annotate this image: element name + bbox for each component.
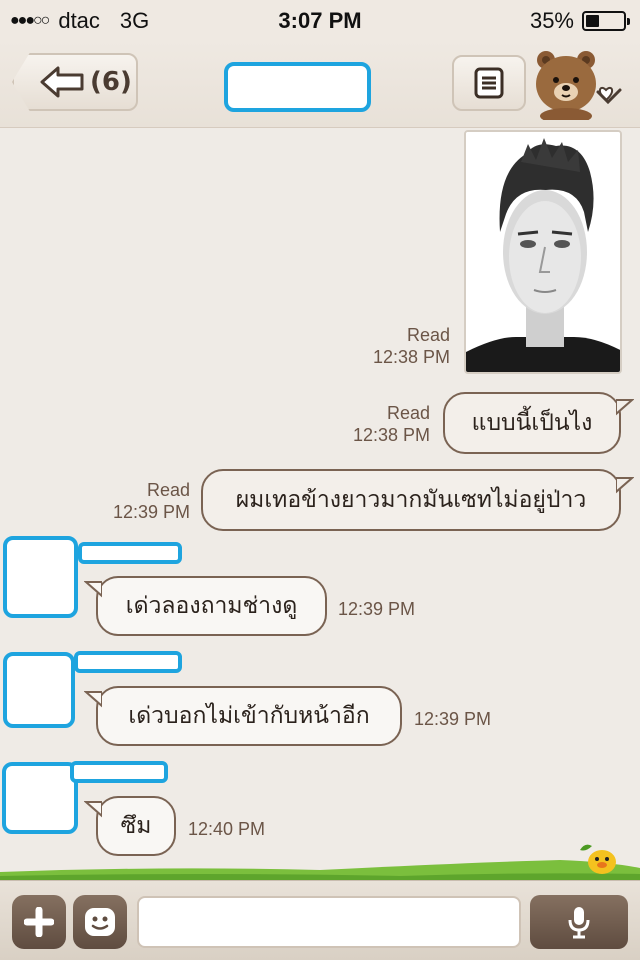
message-meta: Read 12:39 PM bbox=[80, 479, 190, 523]
sticker-button[interactable] bbox=[73, 895, 127, 949]
message-time: 12:39 PM bbox=[112, 502, 190, 522]
menu-icon bbox=[474, 67, 504, 99]
back-arrow-icon bbox=[40, 66, 84, 98]
battery-icon bbox=[582, 11, 630, 31]
message-time: 12:40 PM bbox=[188, 819, 266, 839]
bubble-tail bbox=[616, 399, 634, 416]
sender-avatar-redacted[interactable] bbox=[3, 536, 78, 618]
sent-photo[interactable] bbox=[464, 130, 622, 374]
voice-button[interactable] bbox=[530, 895, 628, 949]
status-bar: ●●●○○ dtac 3G 3:07 PM 35% bbox=[0, 0, 640, 40]
battery-fill bbox=[586, 15, 599, 27]
emoji-icon bbox=[85, 908, 115, 936]
menu-button[interactable] bbox=[452, 55, 526, 111]
plus-icon bbox=[24, 907, 54, 937]
sender-name-redacted bbox=[70, 761, 168, 783]
unread-count: (6) bbox=[90, 67, 132, 97]
message-text: เด่วลองถามช่างดู bbox=[125, 593, 298, 619]
message-meta: Read 12:38 PM bbox=[340, 324, 450, 368]
read-status: Read bbox=[406, 325, 450, 345]
message-text: ซึม bbox=[120, 813, 152, 839]
chat-header: (6) bbox=[0, 40, 640, 128]
input-bar bbox=[0, 880, 640, 960]
read-status: Read bbox=[386, 403, 430, 423]
bubble-tail bbox=[616, 477, 634, 494]
heart-chevron-icon bbox=[596, 86, 622, 105]
chick-icon bbox=[588, 850, 616, 874]
brown-bear-icon[interactable] bbox=[532, 46, 628, 120]
battery-percent: 35% bbox=[529, 8, 574, 33]
sender-name-redacted bbox=[74, 651, 182, 673]
microphone-icon bbox=[568, 907, 590, 939]
incoming-message-bubble[interactable]: เด่วลองถามช่างดู bbox=[96, 576, 327, 636]
read-status: Read bbox=[146, 480, 190, 500]
sender-avatar-redacted[interactable] bbox=[2, 762, 78, 834]
message-input[interactable] bbox=[137, 896, 521, 948]
chat-title-redacted bbox=[224, 62, 371, 112]
message-meta: Read 12:38 PM bbox=[320, 402, 430, 446]
outgoing-message-bubble[interactable]: ผมเทอข้างยาวมากมันเซทไม่อยู่ป่าว bbox=[201, 469, 621, 531]
sender-avatar-redacted[interactable] bbox=[3, 652, 75, 728]
outgoing-message-bubble[interactable]: แบบนี้เป็นไง bbox=[443, 392, 621, 454]
grass-decoration bbox=[0, 844, 640, 880]
message-text: ผมเทอข้างยาวมากมันเซทไม่อยู่ป่าว bbox=[235, 487, 587, 513]
message-time: 12:39 PM bbox=[414, 709, 492, 729]
message-text: เด่วบอกไม่เข้ากับหน้าอีก bbox=[128, 703, 370, 729]
message-time: 12:39 PM bbox=[338, 599, 416, 619]
bubble-tail bbox=[84, 801, 102, 818]
message-text: แบบนี้เป็นไง bbox=[471, 410, 593, 436]
portrait-image bbox=[466, 132, 620, 372]
message-time: 12:38 PM bbox=[352, 425, 430, 445]
back-button[interactable]: (6) bbox=[12, 53, 138, 111]
message-time: 12:38 PM bbox=[372, 347, 450, 367]
bubble-tail bbox=[84, 581, 102, 598]
incoming-message-bubble[interactable]: เด่วบอกไม่เข้ากับหน้าอีก bbox=[96, 686, 402, 746]
add-button[interactable] bbox=[12, 895, 66, 949]
bubble-tail bbox=[84, 691, 102, 708]
sender-name-redacted bbox=[78, 542, 182, 564]
